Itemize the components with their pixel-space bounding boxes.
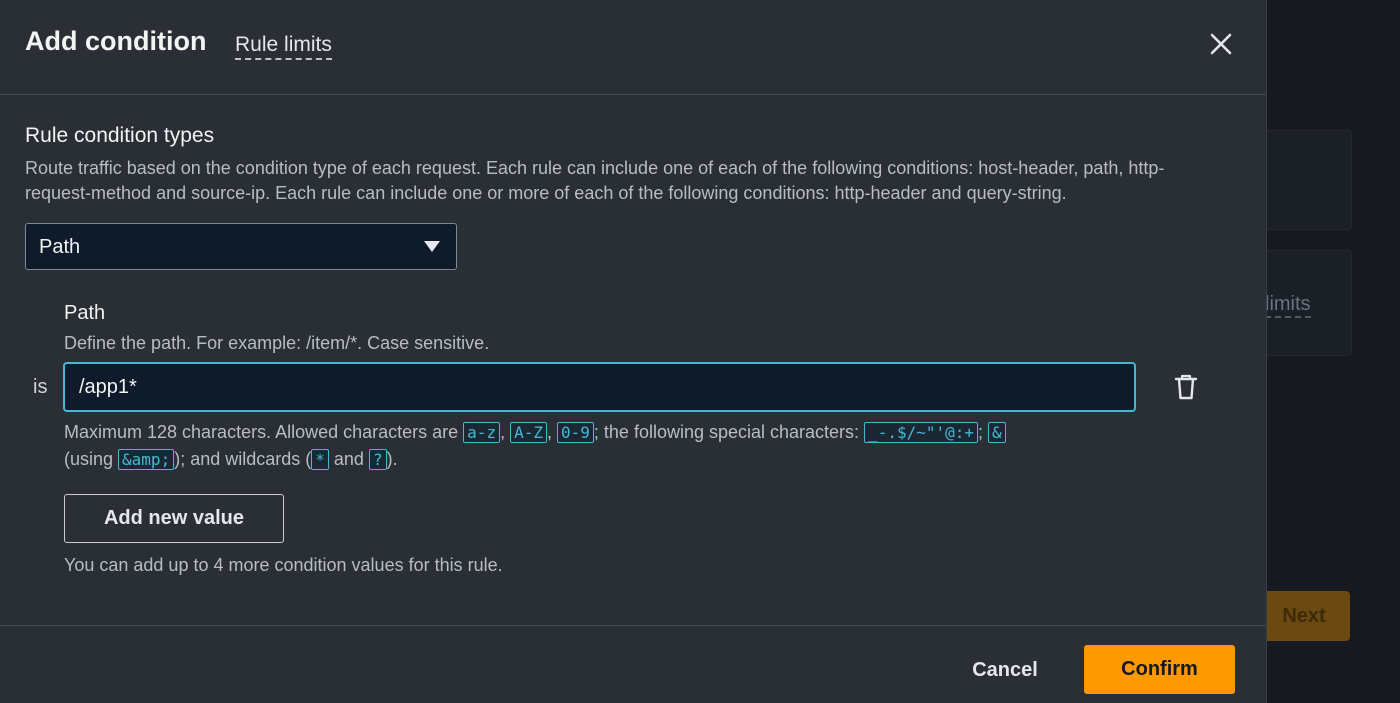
path-value-input[interactable] <box>63 362 1136 412</box>
add-new-value-button[interactable]: Add new value <box>64 494 284 543</box>
constraint-text: ); and wildcards ( <box>174 449 312 469</box>
code-token: &amp; <box>118 449 175 470</box>
constraint-text: ; <box>978 422 989 442</box>
background-rule-limits-link: limits <box>1265 292 1311 318</box>
path-field-label: Path <box>64 302 106 324</box>
trash-icon <box>1174 374 1198 400</box>
modal-header: Add condition Rule limits <box>0 0 1266 95</box>
close-button[interactable] <box>1206 29 1236 59</box>
remove-value-button[interactable] <box>1172 373 1200 401</box>
close-icon <box>1210 33 1232 55</box>
condition-types-title: Rule condition types <box>25 124 215 147</box>
code-token: A-Z <box>510 422 547 443</box>
cancel-button[interactable]: Cancel <box>955 648 1055 692</box>
code-token: * <box>311 449 329 470</box>
condition-type-selected-value: Path <box>39 236 81 258</box>
code-token: _-.$/~"'@:+ <box>864 422 979 443</box>
constraint-text: ). <box>386 449 398 469</box>
code-token: ? <box>368 449 387 470</box>
path-field-description: Define the path. For example: /item/*. C… <box>64 333 490 353</box>
condition-types-description: Route traffic based on the condition typ… <box>25 158 1165 203</box>
rule-limits-link[interactable]: Rule limits <box>235 32 332 60</box>
condition-type-select[interactable]: Path <box>25 223 457 270</box>
caret-down-icon <box>424 241 440 252</box>
constraint-text: (using <box>64 449 119 469</box>
constraint-text: and <box>328 449 369 469</box>
constraint-text: ; the following special characters: <box>593 422 865 442</box>
background-next-button: Next <box>1258 591 1350 641</box>
path-constraints: Maximum 128 characters. Allowed characte… <box>64 419 1144 473</box>
confirm-button[interactable]: Confirm <box>1084 645 1235 694</box>
code-token: & <box>988 422 1006 443</box>
constraint-text: Maximum 128 characters. Allowed characte… <box>64 422 464 442</box>
constraint-text: , <box>547 422 558 442</box>
code-token: 0-9 <box>557 422 594 443</box>
footer-divider <box>0 625 1266 626</box>
constraint-text: , <box>500 422 511 442</box>
modal-title: Add condition <box>25 26 207 56</box>
operator-label: is <box>33 376 48 398</box>
code-token: a-z <box>463 422 501 443</box>
add-value-hint: You can add up to 4 more condition value… <box>64 555 503 575</box>
add-condition-modal: Add condition Rule limits Rule condition… <box>0 0 1267 703</box>
background-next-label: Next <box>1282 604 1326 627</box>
